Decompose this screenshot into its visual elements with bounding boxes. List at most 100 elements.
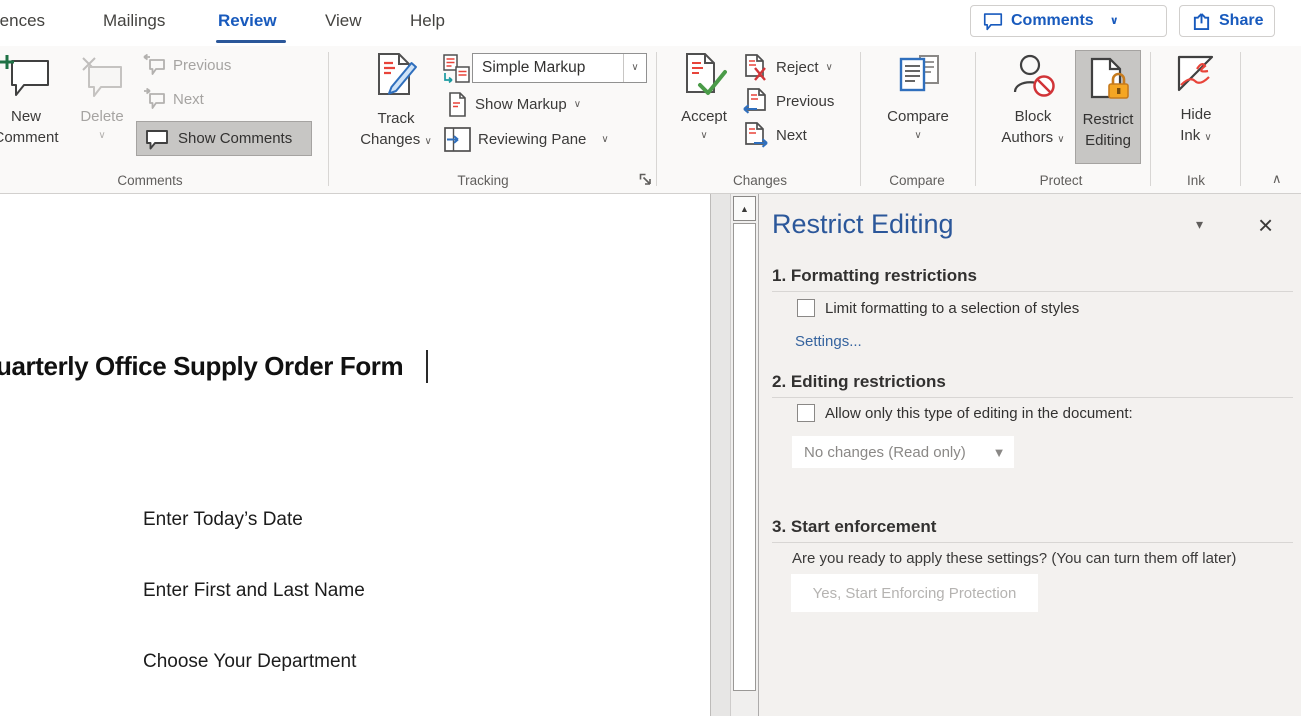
- next-change-icon: [742, 122, 769, 149]
- display-for-review-value: Simple Markup: [473, 59, 623, 77]
- previous-comment-label: Previous: [173, 57, 231, 74]
- reject-icon: [742, 54, 769, 81]
- document-line[interactable]: Enter First and Last Name: [143, 580, 365, 602]
- start-enforcement-heading: 3. Start enforcement: [772, 517, 936, 537]
- chevron-down-icon: ∨: [574, 100, 581, 110]
- enforcement-prompt: Are you ready to apply these settings? (…: [792, 550, 1236, 567]
- document-title[interactable]: uarterly Office Supply Order Form: [0, 351, 403, 382]
- chevron-down-icon: ∨: [1204, 132, 1211, 143]
- section-divider: [772, 397, 1293, 398]
- delete-comment-label: Delete: [80, 106, 123, 127]
- combobox-dropdown-button[interactable]: ∨: [623, 54, 646, 82]
- restrict-editing-button[interactable]: Restrict Editing: [1075, 50, 1141, 164]
- document-line[interactable]: Enter Today’s Date: [143, 509, 303, 531]
- track-changes-button[interactable]: Track Changes ∨: [350, 50, 442, 150]
- previous-change-icon: [742, 88, 769, 115]
- next-comment-button[interactable]: Next: [142, 88, 204, 110]
- accept-button[interactable]: Accept ∨: [666, 50, 742, 141]
- tab-view[interactable]: View: [325, 11, 362, 31]
- display-for-review-icon: [443, 54, 471, 85]
- chevron-down-icon: ∨: [700, 131, 707, 141]
- delete-comment-button[interactable]: Delete ∨: [66, 52, 138, 141]
- chevron-down-icon: ∨: [601, 135, 608, 145]
- previous-comment-button[interactable]: Previous: [142, 54, 231, 76]
- tracking-dialog-launcher-icon[interactable]: [638, 172, 653, 187]
- show-comments-icon: [145, 128, 169, 150]
- reject-label: Reject: [776, 59, 819, 76]
- ink-group-label: Ink: [1187, 173, 1205, 188]
- protect-group-label: Protect: [1040, 173, 1083, 188]
- hide-ink-label: Hide: [1181, 104, 1212, 125]
- track-changes-label: Changes: [360, 131, 420, 148]
- tab-help[interactable]: Help: [410, 11, 445, 31]
- collapse-ribbon-icon[interactable]: ∧: [1272, 171, 1282, 187]
- show-markup-icon: [447, 92, 468, 117]
- limit-formatting-label[interactable]: Limit formatting to a selection of style…: [825, 300, 1079, 317]
- previous-change-button[interactable]: Previous: [742, 88, 834, 115]
- pane-title: Restrict Editing: [772, 209, 954, 240]
- formatting-restrictions-heading: 1. Formatting restrictions: [772, 266, 977, 286]
- text-cursor: [426, 350, 428, 383]
- compare-icon: [894, 52, 942, 100]
- tab-mailings[interactable]: Mailings: [103, 11, 165, 31]
- reviewing-pane-icon: [444, 127, 471, 152]
- start-enforcing-protection-button[interactable]: Yes, Start Enforcing Protection: [791, 574, 1038, 612]
- changes-group-label: Changes: [733, 173, 787, 188]
- restrict-editing-icon: [1085, 57, 1131, 103]
- compare-button[interactable]: Compare ∨: [876, 50, 960, 141]
- allow-editing-checkbox[interactable]: [797, 404, 815, 422]
- ribbon-tab-bar: rences Mailings Review View Help Comment…: [0, 0, 1301, 46]
- editing-type-value: No changes (Read only): [792, 444, 984, 461]
- word-window: rences Mailings Review View Help Comment…: [0, 0, 1301, 716]
- pane-close-icon[interactable]: ×: [1258, 212, 1273, 238]
- show-comments-label: Show Comments: [178, 130, 292, 147]
- previous-change-label: Previous: [776, 93, 834, 110]
- show-markup-button[interactable]: Show Markup ∨: [447, 92, 581, 117]
- block-authors-button[interactable]: Block Authors ∨: [992, 50, 1074, 148]
- group-separator: [656, 52, 657, 186]
- chevron-down-icon: ∨: [631, 63, 638, 73]
- reviewing-pane-button[interactable]: Reviewing Pane ∨: [444, 127, 609, 152]
- share-button[interactable]: Share: [1179, 5, 1275, 37]
- chevron-down-icon: ∨: [1110, 16, 1119, 27]
- comments-group-label: Comments: [117, 173, 182, 188]
- hide-ink-button[interactable]: Hide Ink ∨: [1163, 50, 1229, 146]
- new-comment-icon: [0, 54, 52, 100]
- comments-button[interactable]: Comments ∨: [970, 5, 1167, 37]
- group-separator: [328, 52, 329, 186]
- block-authors-label-2: Authors ∨: [1001, 127, 1064, 148]
- vertical-scrollbar-thumb[interactable]: [733, 223, 756, 691]
- new-comment-label: New: [11, 106, 41, 127]
- share-icon: [1192, 12, 1211, 31]
- comments-button-label: Comments: [1011, 12, 1094, 30]
- tab-review[interactable]: Review: [218, 11, 277, 31]
- share-button-label: Share: [1219, 12, 1263, 30]
- active-tab-underline: [216, 40, 286, 43]
- section-divider: [772, 542, 1293, 543]
- scroll-up-arrow-icon: ▲: [740, 204, 749, 214]
- compare-label: Compare: [887, 106, 949, 127]
- display-for-review-combobox[interactable]: Simple Markup ∨: [472, 53, 647, 83]
- track-changes-label-2: Changes ∨: [360, 129, 432, 150]
- scroll-up-button[interactable]: ▲: [733, 196, 756, 221]
- reject-button[interactable]: Reject ∨: [742, 54, 833, 81]
- group-separator: [1240, 52, 1241, 186]
- track-changes-icon: [372, 52, 420, 102]
- hide-ink-label: Ink: [1180, 127, 1200, 144]
- show-comments-button[interactable]: Show Comments: [136, 121, 312, 156]
- document-page[interactable]: [0, 194, 711, 716]
- editing-type-dropdown[interactable]: No changes (Read only) ▼: [792, 436, 1014, 468]
- block-authors-label: Authors: [1001, 129, 1053, 146]
- allow-editing-label[interactable]: Allow only this type of editing in the d…: [825, 405, 1133, 422]
- pane-menu-chevron-icon[interactable]: ▾: [1196, 216, 1203, 233]
- next-comment-label: Next: [173, 91, 204, 108]
- compare-group-label: Compare: [889, 173, 945, 188]
- tracking-group-label: Tracking: [457, 173, 508, 188]
- settings-link[interactable]: Settings...: [795, 333, 862, 350]
- chevron-down-icon: ∨: [1057, 134, 1064, 145]
- document-line[interactable]: Choose Your Department: [143, 651, 356, 673]
- next-comment-icon: [142, 88, 166, 110]
- next-change-button[interactable]: Next: [742, 122, 807, 149]
- tab-references[interactable]: rences: [0, 11, 45, 31]
- limit-formatting-checkbox[interactable]: [797, 299, 815, 317]
